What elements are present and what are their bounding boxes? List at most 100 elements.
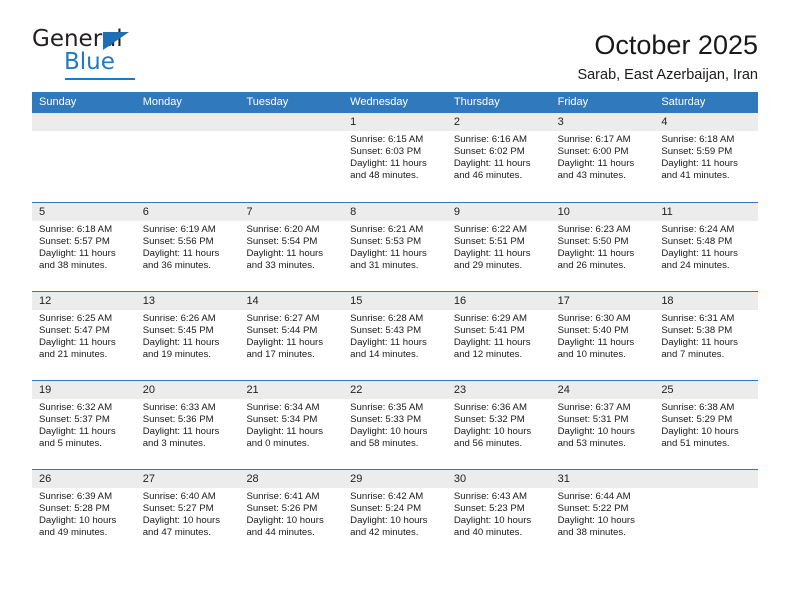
daylight-duration-line1: Daylight: 11 hours bbox=[661, 248, 738, 260]
day-cell[interactable]: 24 Sunrise: 6:37 AM Sunset: 5:31 PM Dayligh… bbox=[550, 381, 655, 469]
sunset-time: Sunset: 5:43 PM bbox=[350, 325, 422, 337]
day-cell[interactable]: 15 Sunrise: 6:28 AM Sunset: 5:43 PM Dayligh… bbox=[343, 292, 447, 380]
daylight-duration-line1: Daylight: 10 hours bbox=[39, 515, 117, 527]
day-number bbox=[32, 113, 136, 131]
day-details: Sunrise: 6:21 AM Sunset: 5:53 PM Daylight:… bbox=[343, 221, 447, 272]
daylight-duration-line1: Daylight: 11 hours bbox=[39, 426, 116, 438]
daylight-duration-line2: and 24 minutes. bbox=[661, 260, 730, 272]
sunset-time: Sunset: 5:47 PM bbox=[39, 325, 110, 337]
day-cell-empty bbox=[135, 113, 240, 202]
daylight-duration-line2: and 46 minutes. bbox=[453, 170, 523, 182]
day-details bbox=[136, 131, 240, 134]
sunrise-time: Sunrise: 6:27 AM bbox=[246, 313, 320, 324]
day-number: 1 bbox=[343, 113, 447, 131]
day-details: Sunrise: 6:31 AM Sunset: 5:38 PM Daylight:… bbox=[654, 310, 758, 361]
day-details: Sunrise: 6:44 AM Sunset: 5:22 PM Daylight:… bbox=[551, 488, 655, 539]
daylight-duration-line1: Daylight: 10 hours bbox=[453, 426, 532, 438]
day-number: 8 bbox=[343, 203, 447, 221]
day-cell[interactable]: 20 Sunrise: 6:33 AM Sunset: 5:36 PM Dayligh… bbox=[135, 381, 240, 469]
daylight-duration-line1: Daylight: 11 hours bbox=[557, 337, 635, 349]
daylight-duration-line1: Daylight: 11 hours bbox=[39, 337, 116, 349]
daylight-duration-line1: Daylight: 11 hours bbox=[142, 248, 220, 260]
day-cell[interactable]: 18 Sunrise: 6:31 AM Sunset: 5:38 PM Dayligh… bbox=[654, 292, 759, 380]
day-cell[interactable]: 27 Sunrise: 6:40 AM Sunset: 5:27 PM Dayligh… bbox=[135, 470, 240, 558]
daylight-duration-line1: Daylight: 11 hours bbox=[453, 337, 531, 349]
day-cell[interactable]: 31 Sunrise: 6:44 AM Sunset: 5:22 PM Dayligh… bbox=[550, 470, 655, 558]
logo-text-blue: Blue bbox=[64, 49, 115, 75]
day-cell[interactable]: 16 Sunrise: 6:29 AM Sunset: 5:41 PM Dayligh… bbox=[446, 292, 551, 380]
daylight-duration-line2: and 58 minutes. bbox=[350, 438, 419, 450]
day-number: 16 bbox=[446, 292, 551, 310]
day-cell[interactable]: 30 Sunrise: 6:43 AM Sunset: 5:23 PM Dayligh… bbox=[446, 470, 551, 558]
sunset-time: Sunset: 5:34 PM bbox=[246, 414, 318, 426]
sunrise-time: Sunrise: 6:44 AM bbox=[557, 491, 631, 502]
weekday-tuesday: Tuesday bbox=[246, 96, 289, 108]
day-cell[interactable]: 6 Sunrise: 6:19 AM Sunset: 5:56 PM Daylight… bbox=[135, 203, 240, 291]
day-cell[interactable]: 28 Sunrise: 6:41 AM Sunset: 5:26 PM Dayligh… bbox=[239, 470, 344, 558]
day-number: 9 bbox=[446, 203, 551, 221]
day-cell[interactable]: 17 Sunrise: 6:30 AM Sunset: 5:40 PM Dayligh… bbox=[550, 292, 655, 380]
day-cell[interactable]: 4 Sunrise: 6:18 AM Sunset: 5:59 PM Daylight… bbox=[654, 113, 759, 202]
daylight-duration-line1: Daylight: 11 hours bbox=[39, 248, 116, 260]
sunset-time: Sunset: 5:27 PM bbox=[142, 503, 214, 515]
day-cell[interactable]: 11 Sunrise: 6:24 AM Sunset: 5:48 PM Dayligh… bbox=[654, 203, 759, 291]
day-details: Sunrise: 6:16 AM Sunset: 6:02 PM Daylight:… bbox=[447, 131, 551, 182]
day-cell[interactable]: 19 Sunrise: 6:32 AM Sunset: 5:37 PM Dayligh… bbox=[32, 381, 136, 469]
day-details: Sunrise: 6:39 AM Sunset: 5:28 PM Daylight:… bbox=[32, 488, 136, 539]
day-cell[interactable]: 21 Sunrise: 6:34 AM Sunset: 5:34 PM Dayligh… bbox=[239, 381, 344, 469]
daylight-duration-line2: and 26 minutes. bbox=[557, 260, 626, 272]
daylight-duration-line1: Daylight: 11 hours bbox=[661, 158, 738, 170]
daylight-duration-line2: and 36 minutes. bbox=[142, 260, 211, 272]
day-cell[interactable]: 14 Sunrise: 6:27 AM Sunset: 5:44 PM Dayligh… bbox=[239, 292, 344, 380]
day-cell[interactable]: 7 Sunrise: 6:20 AM Sunset: 5:54 PM Daylight… bbox=[239, 203, 344, 291]
daylight-duration-line1: Daylight: 11 hours bbox=[350, 337, 427, 349]
sunrise-time: Sunrise: 6:18 AM bbox=[661, 134, 735, 145]
day-cell[interactable]: 2 Sunrise: 6:16 AM Sunset: 6:02 PM Daylight… bbox=[446, 113, 551, 202]
daylight-duration-line2: and 48 minutes. bbox=[350, 170, 419, 182]
day-details: Sunrise: 6:15 AM Sunset: 6:03 PM Daylight:… bbox=[343, 131, 447, 182]
day-cell[interactable]: 8 Sunrise: 6:21 AM Sunset: 5:53 PM Daylight… bbox=[343, 203, 447, 291]
day-number: 12 bbox=[32, 292, 136, 310]
day-cell[interactable]: 1 Sunrise: 6:15 AM Sunset: 6:03 PM Daylight… bbox=[343, 113, 447, 202]
day-number: 30 bbox=[446, 470, 551, 488]
sunrise-time: Sunrise: 6:22 AM bbox=[453, 224, 527, 235]
daylight-duration-line2: and 12 minutes. bbox=[453, 349, 523, 361]
daylight-duration-line1: Daylight: 11 hours bbox=[453, 248, 531, 260]
day-cell[interactable]: 23 Sunrise: 6:36 AM Sunset: 5:32 PM Dayligh… bbox=[446, 381, 551, 469]
daylight-duration-line2: and 42 minutes. bbox=[350, 527, 419, 539]
day-cell[interactable]: 25 Sunrise: 6:38 AM Sunset: 5:29 PM Dayligh… bbox=[654, 381, 759, 469]
daylight-duration-line2: and 21 minutes. bbox=[39, 349, 108, 361]
sunrise-time: Sunrise: 6:38 AM bbox=[661, 402, 735, 413]
sunrise-time: Sunrise: 6:18 AM bbox=[39, 224, 113, 235]
sunset-time: Sunset: 5:44 PM bbox=[246, 325, 318, 337]
sunrise-time: Sunrise: 6:23 AM bbox=[557, 224, 631, 235]
day-number: 27 bbox=[135, 470, 240, 488]
day-details: Sunrise: 6:19 AM Sunset: 5:56 PM Daylight:… bbox=[136, 221, 240, 272]
daylight-duration-line2: and 3 minutes. bbox=[142, 438, 206, 450]
sunset-time: Sunset: 5:26 PM bbox=[246, 503, 318, 515]
day-cell[interactable]: 9 Sunrise: 6:22 AM Sunset: 5:51 PM Daylight… bbox=[446, 203, 551, 291]
day-number: 10 bbox=[550, 203, 655, 221]
daylight-duration-line1: Daylight: 11 hours bbox=[142, 426, 220, 438]
weeks-container: 1 Sunrise: 6:15 AM Sunset: 6:03 PM Daylight… bbox=[32, 113, 759, 558]
day-cell[interactable]: 26 Sunrise: 6:39 AM Sunset: 5:28 PM Dayligh… bbox=[32, 470, 136, 558]
day-details: Sunrise: 6:22 AM Sunset: 5:51 PM Daylight:… bbox=[447, 221, 551, 272]
sunset-time: Sunset: 5:31 PM bbox=[557, 414, 629, 426]
sunset-time: Sunset: 5:29 PM bbox=[661, 414, 733, 426]
day-cell[interactable]: 10 Sunrise: 6:23 AM Sunset: 5:50 PM Dayligh… bbox=[550, 203, 655, 291]
day-cell[interactable]: 5 Sunrise: 6:18 AM Sunset: 5:57 PM Daylight… bbox=[32, 203, 136, 291]
day-number: 20 bbox=[135, 381, 240, 399]
day-cell[interactable]: 3 Sunrise: 6:17 AM Sunset: 6:00 PM Daylight… bbox=[550, 113, 655, 202]
day-cell[interactable]: 29 Sunrise: 6:42 AM Sunset: 5:24 PM Dayligh… bbox=[343, 470, 447, 558]
daylight-duration-line1: Daylight: 11 hours bbox=[246, 337, 324, 349]
sunrise-time: Sunrise: 6:37 AM bbox=[557, 402, 631, 413]
sunrise-time: Sunrise: 6:43 AM bbox=[453, 491, 527, 502]
sunset-time: Sunset: 5:56 PM bbox=[142, 236, 214, 248]
daylight-duration-line2: and 19 minutes. bbox=[142, 349, 211, 361]
sunset-time: Sunset: 5:40 PM bbox=[557, 325, 629, 337]
logo-triangle-icon bbox=[103, 32, 129, 50]
day-details: Sunrise: 6:34 AM Sunset: 5:34 PM Daylight:… bbox=[239, 399, 343, 450]
day-cell[interactable]: 22 Sunrise: 6:35 AM Sunset: 5:33 PM Dayligh… bbox=[343, 381, 447, 469]
day-cell[interactable]: 12 Sunrise: 6:25 AM Sunset: 5:47 PM Dayligh… bbox=[32, 292, 136, 380]
day-cell[interactable]: 13 Sunrise: 6:26 AM Sunset: 5:45 PM Dayligh… bbox=[135, 292, 240, 380]
